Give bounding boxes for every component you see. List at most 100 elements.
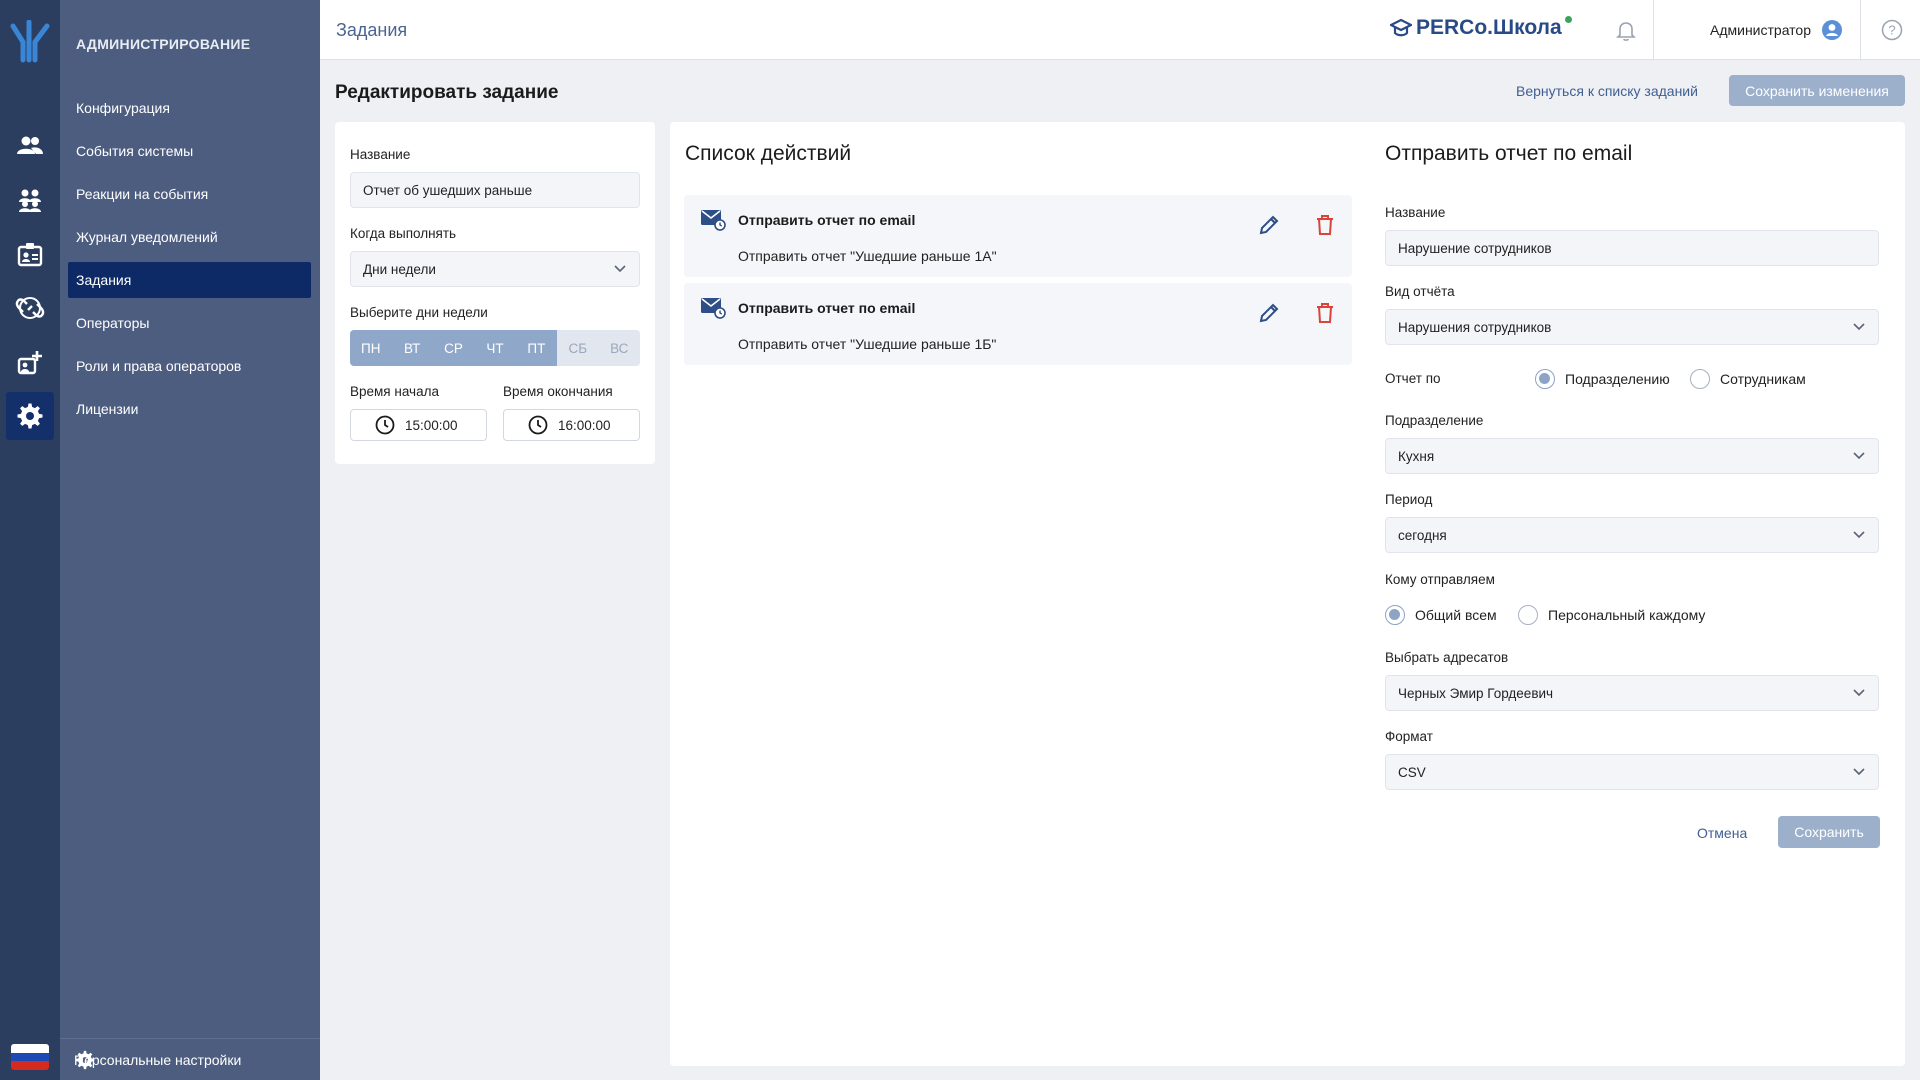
radio-label: Общий всем bbox=[1415, 607, 1497, 623]
cancel-button[interactable]: Отмена bbox=[1697, 825, 1747, 841]
rail-add-user-icon[interactable] bbox=[6, 338, 54, 386]
rail-gear-icon[interactable] bbox=[6, 392, 54, 440]
user-menu[interactable]: Администратор bbox=[1710, 19, 1843, 41]
sidebar-item-licenses[interactable]: Лицензии bbox=[68, 391, 311, 427]
help-icon[interactable]: ? bbox=[1880, 18, 1904, 42]
rail-group-icon[interactable] bbox=[6, 176, 54, 224]
chevron-down-icon bbox=[1853, 452, 1865, 460]
sidebar-item-system-events[interactable]: События системы bbox=[68, 133, 311, 169]
format-label: Формат bbox=[1385, 729, 1433, 744]
sidebar-item-event-reactions[interactable]: Реакции на события bbox=[68, 176, 311, 212]
chevron-down-icon bbox=[1853, 689, 1865, 697]
sidebar-item-notification-log[interactable]: Журнал уведомлений bbox=[68, 219, 311, 255]
delete-icon[interactable] bbox=[1312, 212, 1338, 238]
report-type-value: Нарушения сотрудников bbox=[1398, 319, 1552, 335]
start-time-field[interactable]: 15:00:00 bbox=[350, 409, 487, 441]
email-name-field[interactable]: Нарушение сотрудников bbox=[1385, 230, 1879, 266]
chevron-down-icon bbox=[614, 265, 626, 273]
rail-users-icon[interactable] bbox=[6, 122, 54, 170]
recipients-value: Черных Эмир Гордеевич bbox=[1398, 685, 1554, 701]
start-time-value: 15:00:00 bbox=[405, 417, 458, 433]
page-title: Редактировать задание bbox=[335, 82, 559, 103]
task-settings-panel: Название Отчет об ушедших раньше Когда в… bbox=[335, 122, 655, 464]
personal-settings-button[interactable]: Персональные настройки bbox=[60, 1038, 320, 1080]
radio-button[interactable] bbox=[1385, 605, 1405, 625]
format-select[interactable]: CSV bbox=[1385, 754, 1879, 790]
radio-button[interactable] bbox=[1690, 369, 1710, 389]
bell-icon[interactable] bbox=[1614, 18, 1638, 42]
email-icon bbox=[701, 298, 726, 319]
personal-settings-label: Персональные настройки bbox=[74, 1051, 242, 1068]
report-type-select[interactable]: Нарушения сотрудников bbox=[1385, 309, 1879, 345]
clock-icon bbox=[375, 415, 395, 435]
radio-button[interactable] bbox=[1535, 369, 1555, 389]
radio-label: Персональный каждому bbox=[1548, 607, 1706, 623]
task-name-value: Отчет об ушедших раньше bbox=[363, 182, 533, 198]
brand-logo: PERCo.Школа bbox=[1390, 16, 1572, 40]
rail-link-icon[interactable] bbox=[6, 284, 54, 332]
period-label: Период bbox=[1385, 492, 1433, 507]
send-to-label: Кому отправляем bbox=[1385, 572, 1495, 587]
radio-label: Подразделению bbox=[1565, 371, 1670, 387]
weekday-tue[interactable]: ВТ bbox=[391, 330, 433, 366]
sidebar-item-operators[interactable]: Операторы bbox=[68, 305, 311, 341]
report-by-division-option[interactable]: Подразделению bbox=[1535, 369, 1670, 389]
radio-label: Сотрудникам bbox=[1720, 371, 1806, 387]
schedule-value: Дни недели bbox=[363, 261, 436, 277]
action-item[interactable]: Отправить отчет по email Отправить отчет… bbox=[684, 283, 1352, 365]
edit-icon[interactable] bbox=[1256, 300, 1282, 326]
report-by-employees-option[interactable]: Сотрудникам bbox=[1690, 369, 1806, 389]
weekday-mon[interactable]: ПН bbox=[350, 330, 392, 366]
actions-list-title: Список действий bbox=[685, 142, 852, 165]
schedule-select[interactable]: Дни недели bbox=[350, 251, 640, 287]
sidebar-item-tasks[interactable]: Задания bbox=[68, 262, 311, 298]
send-personal-option[interactable]: Персональный каждому bbox=[1518, 605, 1705, 625]
end-time-field[interactable]: 16:00:00 bbox=[503, 409, 640, 441]
sidebar-section-title: АДМИНИСТРИРОВАНИЕ bbox=[76, 36, 251, 52]
action-title: Отправить отчет по email bbox=[738, 212, 916, 228]
schedule-label: Когда выполнять bbox=[350, 226, 457, 241]
recipients-label: Выбрать адресатов bbox=[1385, 650, 1509, 665]
send-common-option[interactable]: Общий всем bbox=[1385, 605, 1497, 625]
weekday-thu[interactable]: ЧТ bbox=[474, 330, 516, 366]
period-select[interactable]: сегодня bbox=[1385, 517, 1879, 553]
save-changes-button[interactable]: Сохранить изменения bbox=[1729, 75, 1905, 106]
edit-icon[interactable] bbox=[1256, 212, 1282, 238]
weekday-sat[interactable]: СБ bbox=[557, 330, 599, 366]
email-icon bbox=[701, 210, 726, 231]
language-flag-icon[interactable] bbox=[11, 1044, 49, 1070]
email-name-value: Нарушение сотрудников bbox=[1398, 240, 1552, 256]
header-divider bbox=[1653, 0, 1654, 60]
brand-name: PERCo.Школа bbox=[1416, 16, 1562, 39]
action-description: Отправить отчет "Ушедшие раньше 1А" bbox=[738, 248, 997, 264]
header-title: Задания bbox=[336, 20, 408, 40]
weekdays-label: Выберите дни недели bbox=[350, 305, 488, 320]
action-title: Отправить отчет по email bbox=[738, 300, 916, 316]
weekday-fri[interactable]: ПТ bbox=[515, 330, 558, 366]
save-button[interactable]: Сохранить bbox=[1778, 816, 1880, 848]
action-item[interactable]: Отправить отчет по email Отправить отчет… bbox=[684, 195, 1352, 277]
app-logo-icon[interactable] bbox=[7, 20, 53, 64]
weekday-wed[interactable]: СР bbox=[432, 330, 475, 366]
user-name: Администратор bbox=[1710, 22, 1812, 38]
task-name-field[interactable]: Отчет об ушедших раньше bbox=[350, 172, 640, 208]
recipients-select[interactable]: Черных Эмир Гордеевич bbox=[1385, 675, 1879, 711]
sidebar-item-roles[interactable]: Роли и права операторов bbox=[68, 348, 311, 384]
rail-id-badge-icon[interactable] bbox=[6, 230, 54, 278]
avatar-icon bbox=[1822, 20, 1843, 40]
sidebar-item-configuration[interactable]: Конфигурация bbox=[68, 90, 311, 126]
action-description: Отправить отчет "Ушедшие раньше 1Б" bbox=[738, 336, 997, 352]
weekday-sun[interactable]: ВС bbox=[598, 330, 640, 366]
delete-icon[interactable] bbox=[1312, 300, 1338, 326]
actions-panel: Список действий Отправить отчет по email… bbox=[670, 122, 1905, 1066]
chevron-down-icon bbox=[1853, 323, 1865, 331]
top-header: Задания PERCo.Школа Администратор ? bbox=[320, 0, 1920, 60]
format-value: CSV bbox=[1398, 764, 1426, 780]
radio-button[interactable] bbox=[1518, 605, 1538, 625]
clock-icon bbox=[528, 415, 548, 435]
chevron-down-icon bbox=[1853, 531, 1865, 539]
division-select[interactable]: Кухня bbox=[1385, 438, 1879, 474]
email-form-title: Отправить отчет по email bbox=[1385, 142, 1633, 165]
back-to-list-link[interactable]: Вернуться к списку заданий bbox=[1516, 83, 1698, 99]
report-by-label: Отчет по bbox=[1385, 371, 1441, 386]
